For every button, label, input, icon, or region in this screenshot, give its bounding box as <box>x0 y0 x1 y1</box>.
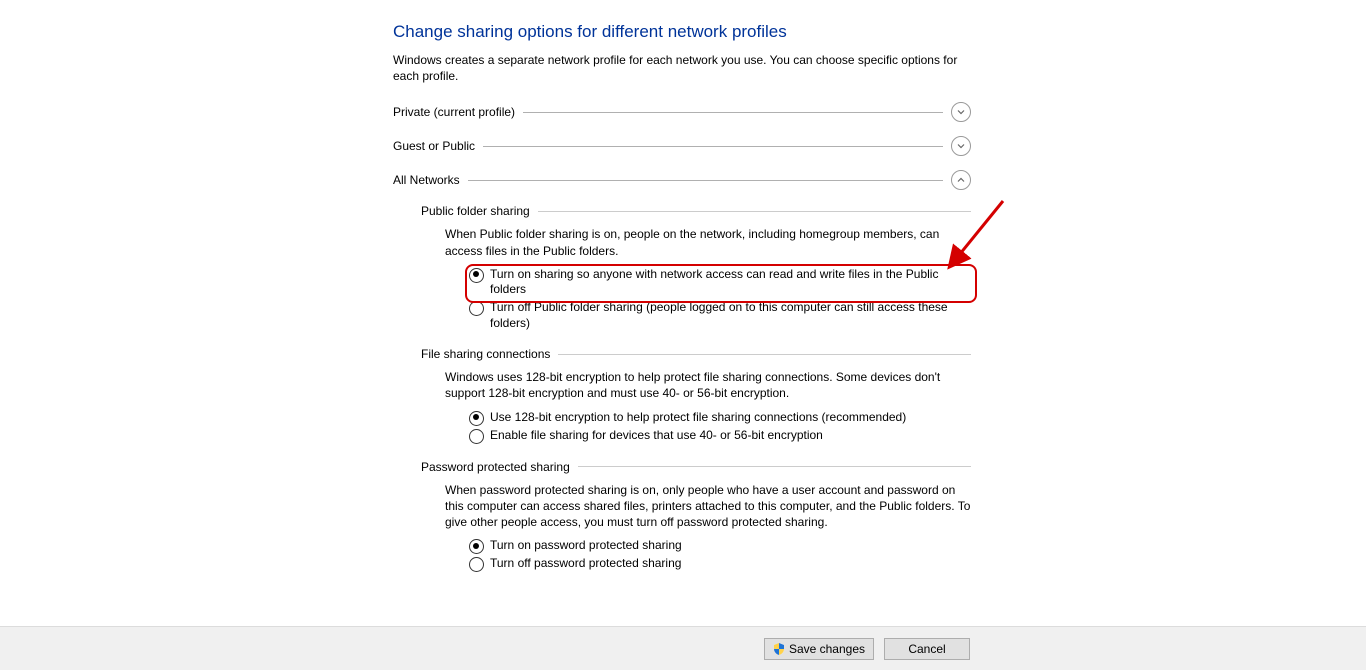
divider <box>483 146 943 147</box>
divider <box>538 211 971 212</box>
radio-icon <box>469 301 484 316</box>
radio-label: Turn on password protected sharing <box>490 538 682 554</box>
chevron-down-icon[interactable] <box>951 136 971 156</box>
radio-icon <box>469 429 484 444</box>
radio-label: Turn on sharing so anyone with network a… <box>490 267 971 298</box>
divider <box>468 180 943 181</box>
footer-bar: Save changes Cancel <box>0 626 1366 670</box>
subsection-password-protected: Password protected sharing When password… <box>393 460 971 573</box>
radio-encryption-128[interactable]: Use 128-bit encryption to help protect f… <box>469 410 971 426</box>
file-sharing-desc: Windows uses 128-bit encryption to help … <box>393 369 971 401</box>
radio-password-off[interactable]: Turn off password protected sharing <box>469 556 971 572</box>
radio-label: Use 128-bit encryption to help protect f… <box>490 410 906 426</box>
section-guest[interactable]: Guest or Public <box>393 136 971 156</box>
radio-encryption-40[interactable]: Enable file sharing for devices that use… <box>469 428 971 444</box>
save-label: Save changes <box>789 642 865 656</box>
divider <box>578 466 971 467</box>
divider <box>558 354 971 355</box>
subsection-public-folder: Public folder sharing When Public folder… <box>393 204 971 331</box>
cancel-button[interactable]: Cancel <box>884 638 970 660</box>
radio-label: Turn off Public folder sharing (people l… <box>490 300 971 331</box>
page-title: Change sharing options for different net… <box>393 22 971 42</box>
radio-icon <box>469 411 484 426</box>
section-guest-label: Guest or Public <box>393 139 475 153</box>
password-desc: When password protected sharing is on, o… <box>393 482 971 531</box>
save-changes-button[interactable]: Save changes <box>764 638 874 660</box>
chevron-up-icon[interactable] <box>951 170 971 190</box>
chevron-down-icon[interactable] <box>951 102 971 122</box>
public-folder-heading: Public folder sharing <box>421 204 530 218</box>
cancel-label: Cancel <box>908 642 945 656</box>
subsection-file-sharing: File sharing connections Windows uses 12… <box>393 347 971 443</box>
radio-label: Enable file sharing for devices that use… <box>490 428 823 444</box>
section-all-networks[interactable]: All Networks <box>393 170 971 190</box>
radio-label: Turn off password protected sharing <box>490 556 681 572</box>
radio-icon <box>469 539 484 554</box>
radio-public-folder-off[interactable]: Turn off Public folder sharing (people l… <box>469 300 971 331</box>
section-all-networks-label: All Networks <box>393 173 460 187</box>
divider <box>523 112 943 113</box>
section-private-label: Private (current profile) <box>393 105 515 119</box>
radio-icon <box>469 268 484 283</box>
radio-public-folder-on[interactable]: Turn on sharing so anyone with network a… <box>469 267 971 298</box>
radio-password-on[interactable]: Turn on password protected sharing <box>469 538 971 554</box>
settings-content: Change sharing options for different net… <box>393 22 971 588</box>
password-heading: Password protected sharing <box>421 460 570 474</box>
uac-shield-icon <box>773 643 785 655</box>
file-sharing-heading: File sharing connections <box>421 347 550 361</box>
intro-text: Windows creates a separate network profi… <box>393 52 971 84</box>
radio-icon <box>469 557 484 572</box>
section-private[interactable]: Private (current profile) <box>393 102 971 122</box>
public-folder-desc: When Public folder sharing is on, people… <box>393 226 971 258</box>
